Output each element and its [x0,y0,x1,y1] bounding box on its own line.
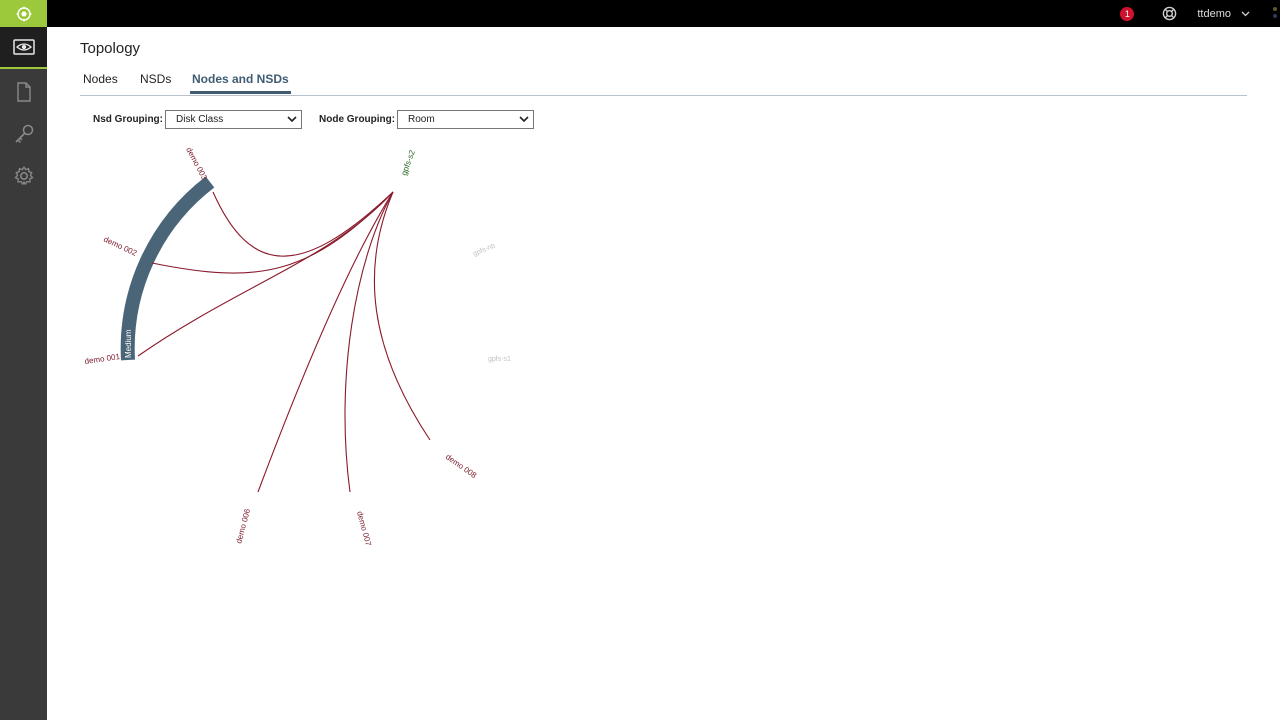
node-label-gpfs-nb[interactable]: gpfs-nb [472,243,496,258]
node-label-demo006[interactable]: demo 006 [234,507,252,544]
link-demo008-gpfs-s2[interactable] [373,191,431,441]
link-demo007-gpfs-s2[interactable] [344,191,394,493]
group-label: Medium [124,329,133,358]
node-label-demo003[interactable]: demo 003 [184,146,209,182]
link-demo003-gpfs-s2[interactable] [212,191,394,257]
node-label-demo001[interactable]: demo 001 [84,352,121,366]
topology-diagram: Medium demo 003 demo 002 demo 001 demo 0… [84,146,511,548]
node-label-gpfs-s2[interactable]: gpfs-s2 [399,148,417,176]
node-label-gpfs-s1[interactable]: gpfs-s1 [488,356,511,363]
node-label-demo002[interactable]: demo 002 [102,235,139,258]
node-label-demo007[interactable]: demo 007 [355,510,373,547]
node-label-demo008[interactable]: demo 008 [444,452,479,480]
